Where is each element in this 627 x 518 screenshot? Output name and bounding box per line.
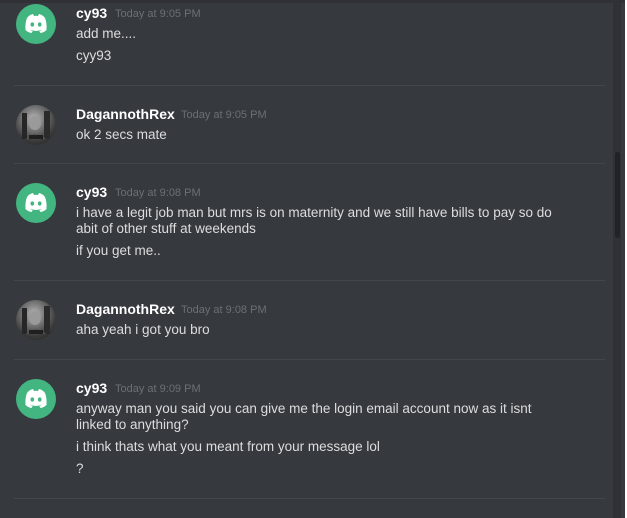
user-avatar[interactable]	[16, 105, 56, 145]
discord-logo-icon	[25, 14, 47, 33]
user-avatar[interactable]	[16, 4, 56, 44]
user-avatar[interactable]	[16, 183, 56, 223]
username[interactable]: DagannothRex	[76, 105, 175, 123]
user-avatar[interactable]	[16, 300, 56, 340]
scrollbar-track[interactable]	[613, 0, 621, 518]
discord-logo-icon	[25, 389, 47, 408]
message-text: cyy93	[76, 48, 112, 63]
message-timestamp: Today at 9:05 PM	[181, 109, 267, 121]
message-text: aha yeah i got you bro	[76, 322, 210, 337]
photo-avatar	[22, 111, 50, 139]
message-text: ?	[76, 461, 84, 476]
message-divider	[14, 498, 605, 499]
message-timestamp: Today at 9:09 PM	[115, 383, 201, 395]
message-text: i have a legit job man but mrs is on mat…	[76, 205, 552, 236]
username[interactable]: cy93	[76, 4, 107, 22]
scrollbar-thumb[interactable]	[615, 152, 620, 238]
message-divider	[14, 85, 605, 86]
username[interactable]: cy93	[76, 183, 107, 201]
message-text: anyway man you said you can give me the …	[76, 401, 532, 432]
user-avatar[interactable]	[16, 379, 56, 419]
message-timestamp: Today at 9:08 PM	[115, 187, 201, 199]
chat-messages-pane: cy93 Today at 9:05 PM add me.... cyy93 D…	[0, 0, 625, 518]
message-timestamp: Today at 9:05 PM	[115, 8, 201, 20]
message-timestamp: Today at 9:08 PM	[181, 304, 267, 316]
message-divider	[14, 359, 605, 360]
message-text: add me....	[76, 26, 137, 41]
discord-logo-icon	[25, 193, 47, 212]
message-divider	[14, 280, 605, 281]
photo-avatar	[22, 306, 50, 334]
message-divider	[14, 163, 605, 164]
message-text: if you get me..	[76, 243, 161, 258]
username[interactable]: cy93	[76, 379, 107, 397]
message-text: ok 2 secs mate	[76, 127, 167, 142]
username[interactable]: DagannothRex	[76, 300, 175, 318]
top-border	[0, 0, 625, 3]
message-text: i think thats what you meant from your m…	[76, 439, 380, 454]
